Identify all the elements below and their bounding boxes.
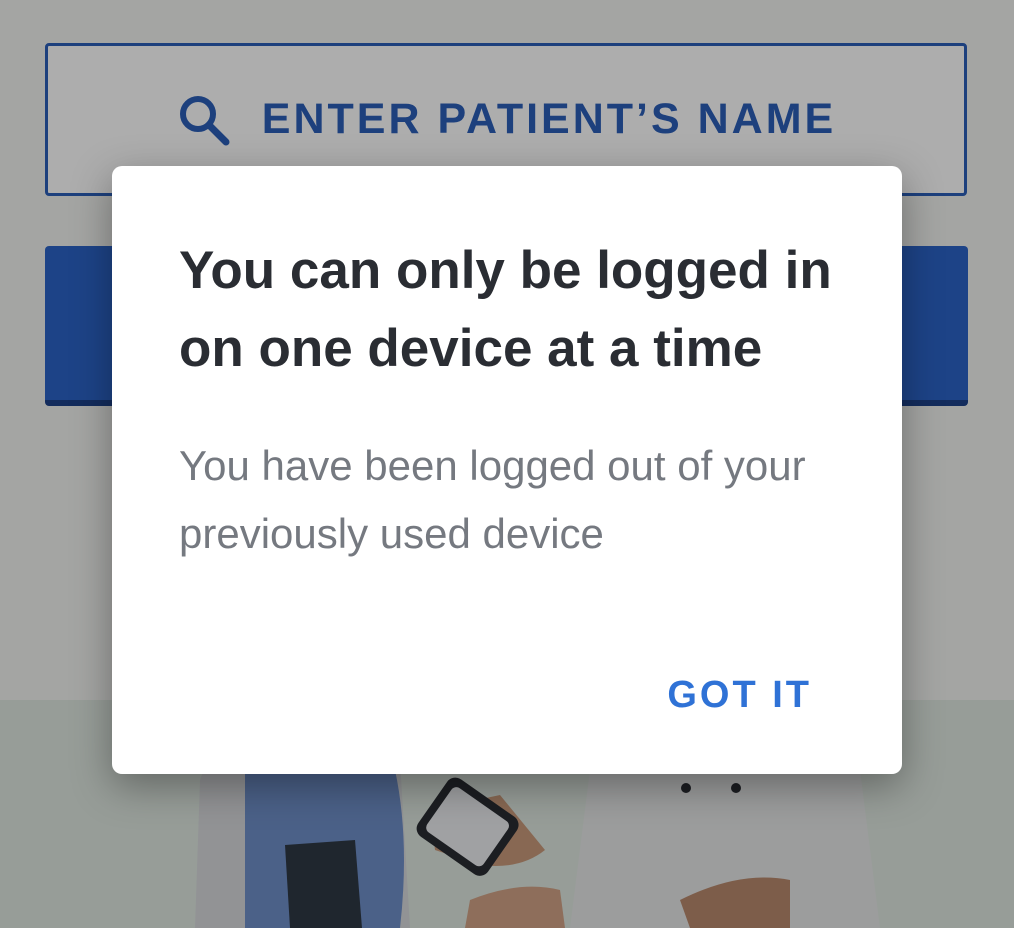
got-it-button[interactable]: GOT IT (667, 674, 812, 717)
dialog-message: You have been logged out of your previou… (179, 442, 806, 557)
dialog-title: You can only be logged in on one device … (179, 241, 832, 378)
app-screen: ENTER PATIENT’S NAME You can only be log… (0, 0, 1014, 928)
single-device-dialog: You can only be logged in on one device … (112, 166, 902, 774)
